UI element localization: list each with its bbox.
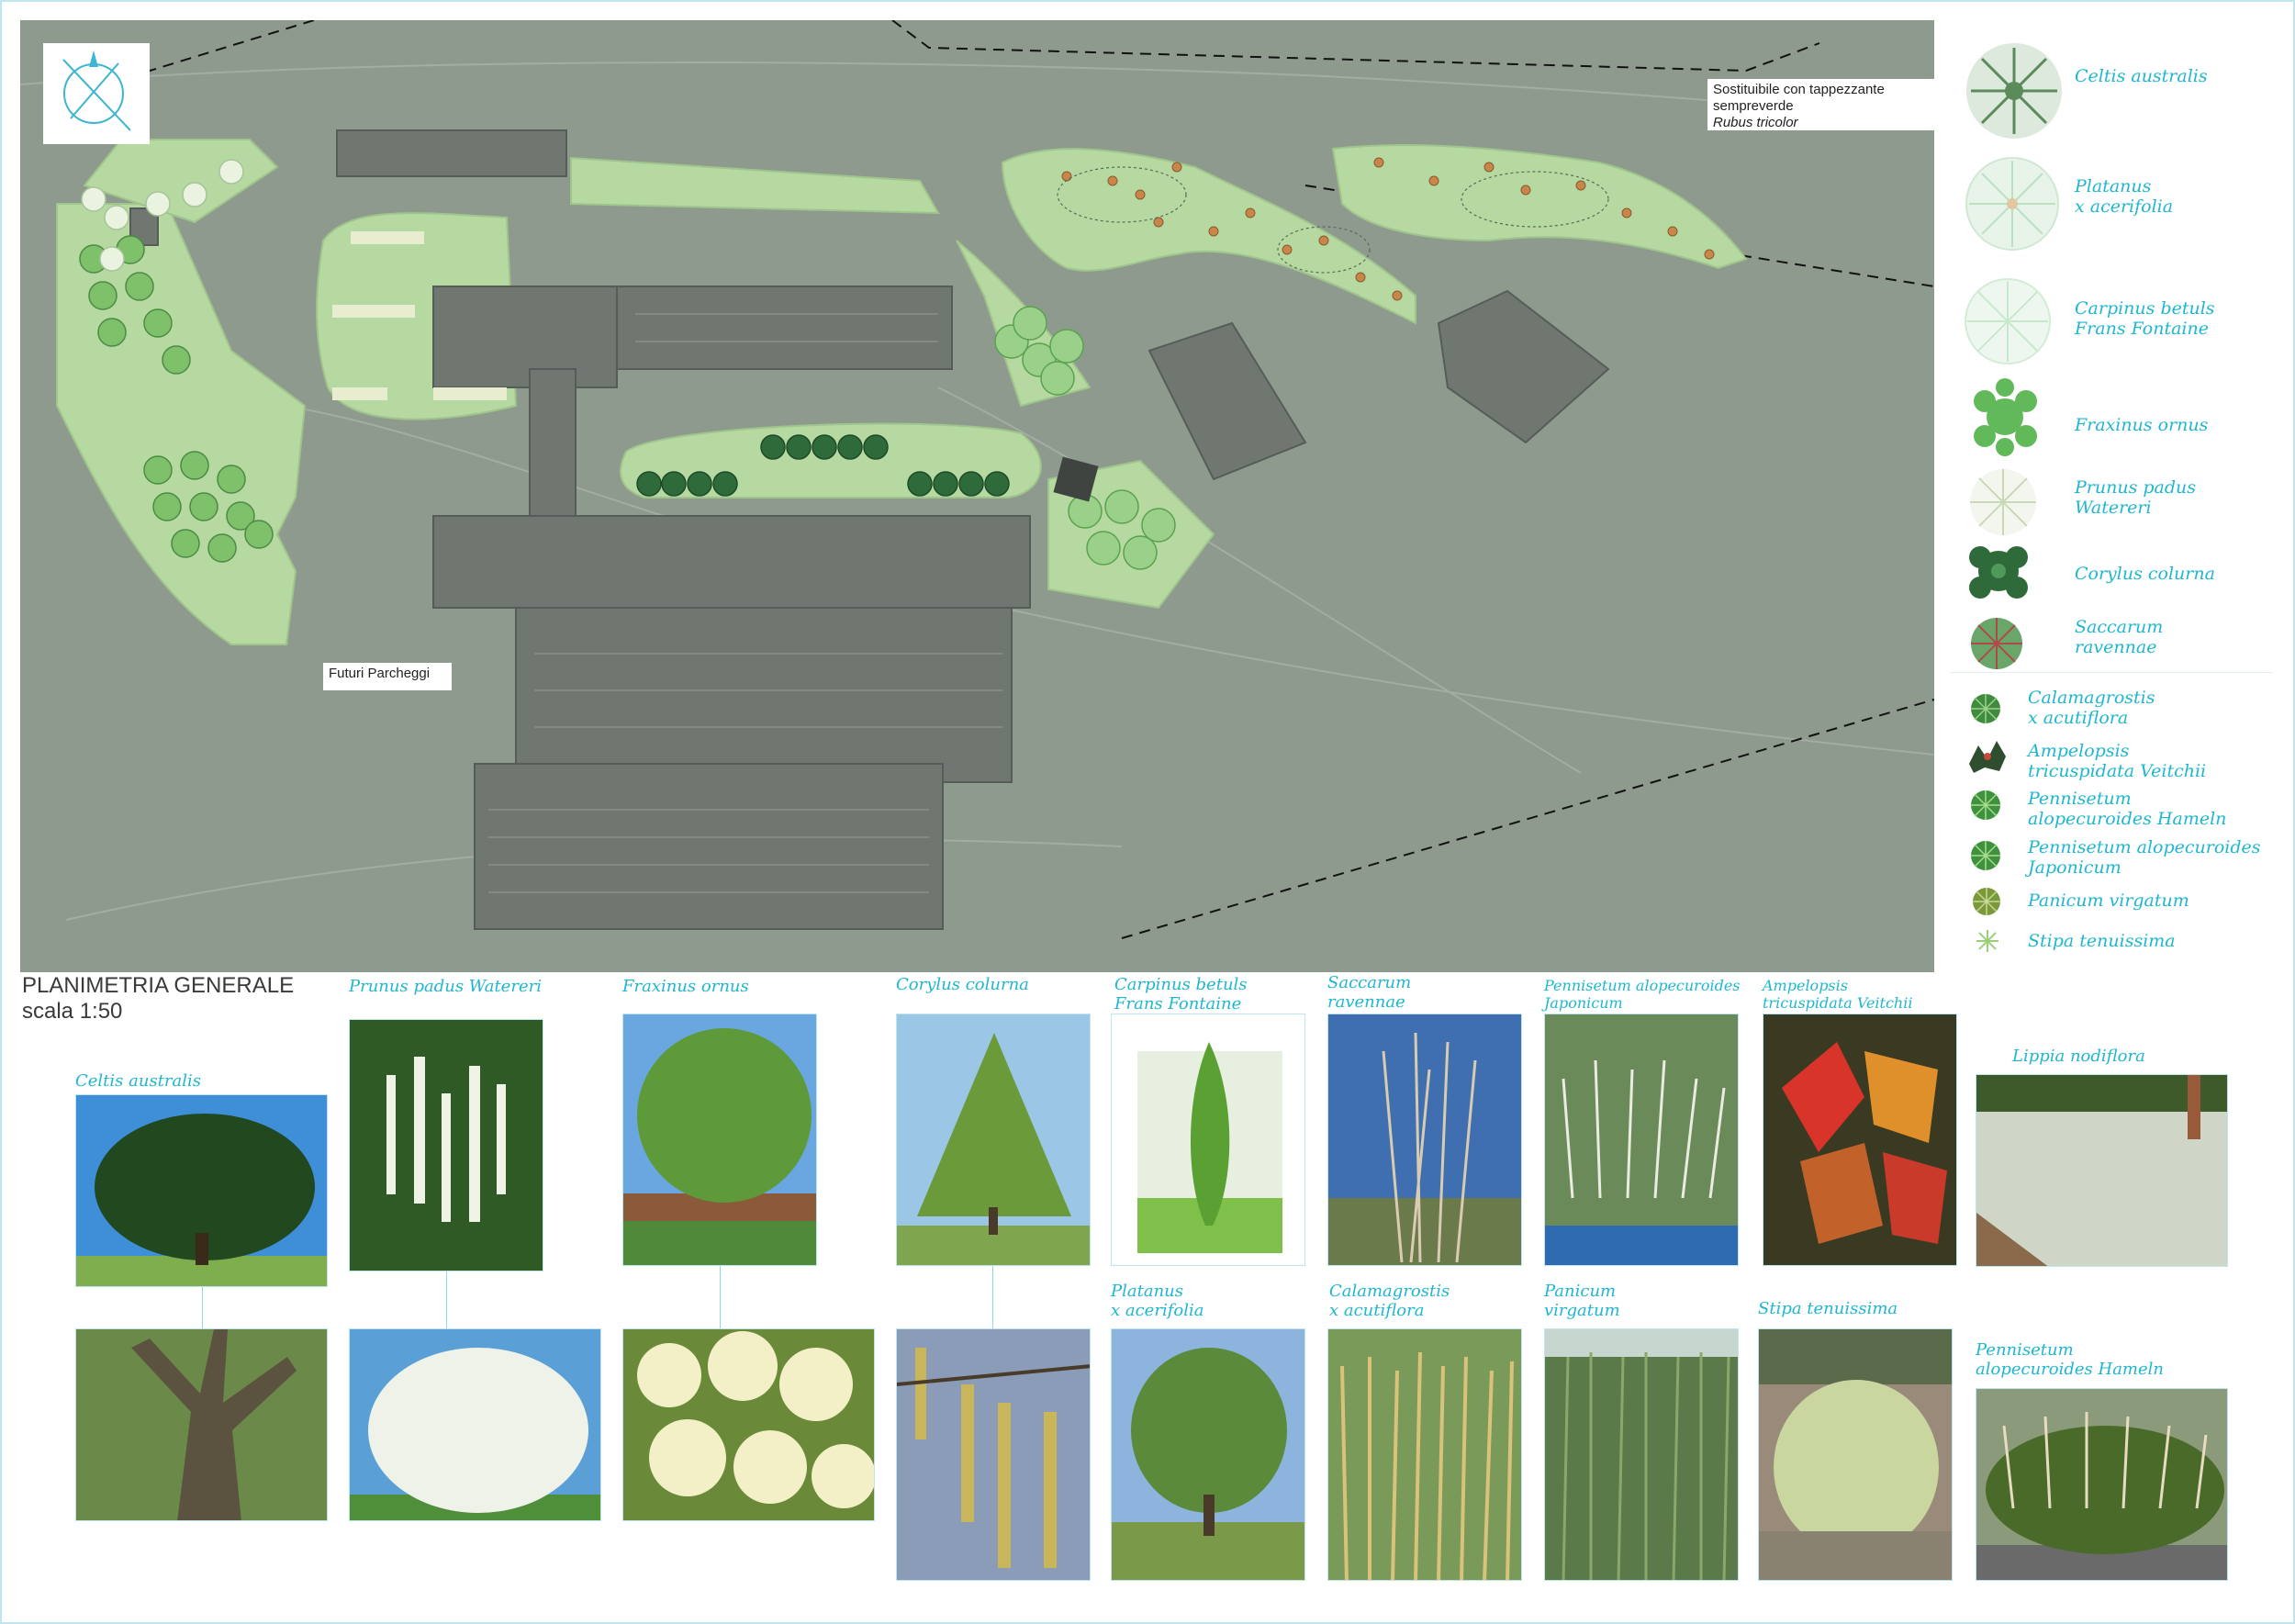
north-arrow (43, 43, 150, 144)
grass-photo-icon (1976, 1389, 2227, 1580)
stipa-symbol-icon (1976, 930, 1998, 952)
saccarum-symbol-icon (1971, 618, 2022, 669)
legend-label-stipa: Stipa tenuissima (2028, 931, 2176, 951)
legend-label-prunus: Prunus padus Watereri (2075, 477, 2197, 518)
grass-photo-icon (1545, 1014, 1738, 1265)
photo-stipa (1758, 1328, 1953, 1581)
legend-label-celtis: Celtis australis (2075, 66, 2208, 86)
photo-label-carpinus: Carpinus betuls Frans Fontaine (1114, 975, 1248, 1014)
plan-scale: scala 1:50 (22, 999, 123, 1024)
fraxinus-symbol-icon (1974, 378, 2037, 456)
photo-fraxinus-flowers (622, 1328, 875, 1521)
photo-label-ampelopsis: Ampelopsis tricuspidata Veitchii (1763, 977, 1913, 1012)
photo-panicum (1544, 1328, 1739, 1581)
photo-label-pennisetum-hameln: Pennisetum alopecuroides Hameln (1976, 1340, 2165, 1379)
grass-photo-icon (1545, 1329, 1738, 1580)
presentation-board: Sostituibile con tappezzante sempreverde… (0, 0, 2295, 1624)
legend-label-panicum: Panicum virgatum (2028, 890, 2189, 911)
carpinus-symbol-icon (1965, 278, 2051, 364)
legend-label-ampelopsis: Ampelopsis tricuspidata Veitchii (2028, 741, 2207, 781)
celtis-symbol-icon (1966, 43, 2062, 139)
pennisetum-hameln-symbol-icon (1971, 790, 2000, 820)
catkin-photo-icon (897, 1329, 1090, 1580)
photo-carpinus-tree (1111, 1014, 1305, 1266)
photo-label-calamagrostis: Calamagrostis x acutiflora (1329, 1282, 1450, 1320)
photo-label-pennisetum-japonicum: Pennisetum alopecuroides Japonicum (1544, 977, 1741, 1012)
calamagrostis-symbol-icon (1971, 694, 2000, 723)
photo-label-celtis: Celtis australis (75, 1071, 202, 1091)
photo-label-platanus: Platanus x acerifolia (1111, 1282, 1204, 1320)
photo-prunus-tree (349, 1328, 601, 1521)
note-sostituibile: Sostituibile con tappezzante sempreverde… (1707, 79, 1934, 130)
ampelopsis-symbol-icon (1969, 741, 2006, 773)
tree-photo-icon (897, 1014, 1090, 1265)
photo-prunus-flowers (349, 1019, 543, 1271)
photo-label-saccarum: Saccarum ravennae (1327, 973, 1412, 1012)
photo-connector (992, 1265, 993, 1328)
note-species: Rubus tricolor (1713, 115, 1798, 130)
tree-photo-icon (1112, 1329, 1304, 1580)
photo-label-prunus: Prunus padus Watereri (349, 977, 542, 996)
legend-label-calamagrostis: Calamagrostis x acutiflora (2028, 688, 2155, 728)
tree-photo-icon (623, 1014, 816, 1265)
photo-label-fraxinus: Fraxinus ornus (622, 977, 749, 996)
corylus-symbol-icon (1969, 546, 2028, 599)
site-plan-drawing (20, 20, 1934, 939)
legend-divider (1950, 672, 2273, 673)
photo-connector (720, 1265, 721, 1328)
photo-corylus-tree (896, 1014, 1091, 1266)
leaf-photo-icon (1763, 1014, 1956, 1265)
bark-photo-icon (76, 1329, 327, 1520)
platanus-symbol-icon (1965, 157, 2059, 251)
legend-label-pennisetum-hameln: Pennisetum alopecuroides Hameln (2028, 789, 2227, 829)
legend-label-fraxinus: Fraxinus ornus (2075, 415, 2209, 435)
panicum-symbol-icon (1973, 888, 2000, 915)
tree-photo-icon (350, 1329, 600, 1520)
photo-label-stipa: Stipa tenuissima (1758, 1299, 1898, 1318)
grass-photo-icon (1328, 1014, 1521, 1265)
photo-platanus (1111, 1328, 1305, 1581)
photo-pennisetum-hameln (1976, 1388, 2228, 1581)
note-line: sempreverde (1713, 98, 1794, 114)
groundcover-photo-icon (1976, 1075, 2227, 1266)
prunus-symbol-icon (1970, 469, 2036, 535)
photo-pennisetum-japonicum (1544, 1014, 1739, 1266)
photo-label-panicum: Panicum virgatum (1544, 1282, 1620, 1320)
photo-label-lippia: Lippia nodiflora (2012, 1047, 2145, 1066)
photo-saccarum (1327, 1014, 1522, 1266)
photo-fraxinus-tree (622, 1014, 817, 1266)
note-line: Futuri Parcheggi (329, 666, 431, 681)
tree-photo-icon (1112, 1014, 1304, 1265)
flower-photo-icon (623, 1329, 874, 1520)
compass-icon (62, 50, 131, 131)
pennisetum-japonicum-symbol-icon (1971, 841, 2000, 870)
legend-label-corylus: Corylus colurna (2075, 564, 2215, 584)
legend-label-saccarum: Saccarum ravennae (2075, 617, 2164, 657)
plan-title: PLANIMETRIA GENERALE (22, 973, 295, 998)
note-line: Sostituibile con tappezzante (1713, 82, 1885, 97)
note-parcheggi: Futuri Parcheggi (323, 663, 452, 690)
plan-title-block: PLANIMETRIA GENERALE scala 1:50 (22, 973, 294, 1025)
photo-lippia (1976, 1074, 2228, 1267)
legend-label-platanus: Platanus x acerifolia (2075, 176, 2174, 217)
photo-connector (202, 1287, 203, 1328)
site-plan: Sostituibile con tappezzante sempreverde… (20, 20, 1934, 972)
photo-ampelopsis (1763, 1014, 1957, 1266)
legend-label-pennisetum-japonicum: Pennisetum alopecuroides Japonicum (2028, 837, 2261, 878)
photo-celtis-bark (75, 1328, 328, 1521)
photo-connector (446, 1271, 447, 1328)
photo-label-corylus: Corylus colurna (896, 975, 1029, 994)
grass-photo-icon (1759, 1329, 1952, 1580)
photo-celtis-tree (75, 1094, 328, 1287)
photo-calamagrostis (1327, 1328, 1522, 1581)
grass-photo-icon (1328, 1329, 1521, 1580)
tree-photo-icon (76, 1095, 327, 1286)
legend-label-carpinus: Carpinus betuls Frans Fontaine (2075, 298, 2215, 339)
flower-photo-icon (350, 1020, 543, 1271)
photo-corylus-catkins (896, 1328, 1091, 1581)
